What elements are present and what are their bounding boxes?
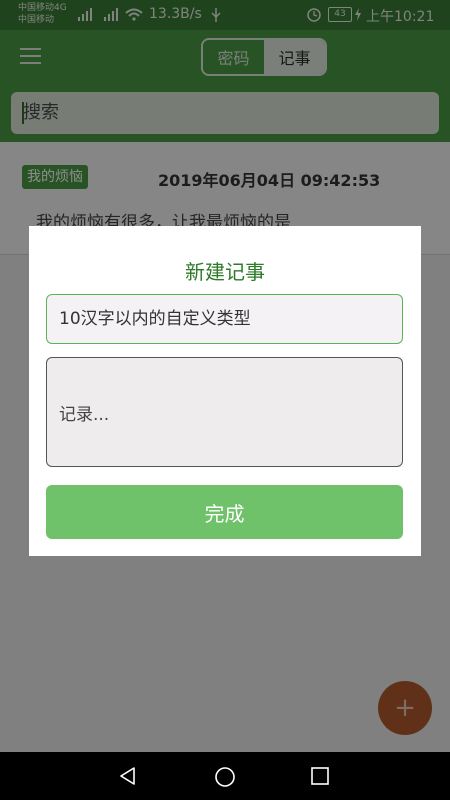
note-content-input[interactable]: 记录... [46, 357, 403, 467]
done-button[interactable]: 完成 [46, 485, 403, 539]
back-icon[interactable] [118, 766, 138, 786]
home-icon[interactable] [214, 766, 236, 788]
dialog-title: 新建记事 [185, 260, 265, 284]
recents-icon[interactable] [311, 767, 329, 785]
type-input[interactable]: 10汉字以内的自定义类型 [46, 294, 403, 344]
